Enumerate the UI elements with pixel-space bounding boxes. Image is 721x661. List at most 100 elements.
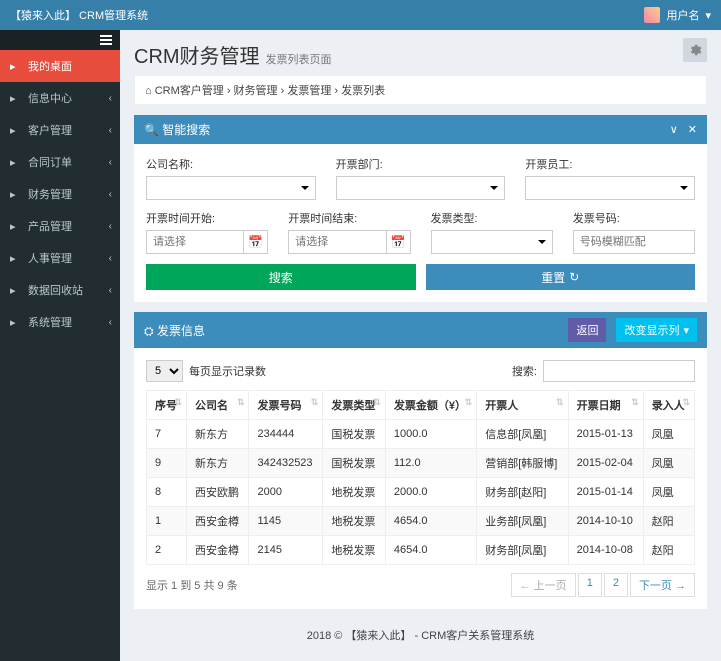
th-7[interactable]: 录入人⇅ xyxy=(643,391,694,420)
refresh-icon: ↻ xyxy=(569,270,579,284)
sort-icon: ⇅ xyxy=(465,397,473,408)
label-type: 发票类型: xyxy=(431,210,553,226)
table-search-input[interactable] xyxy=(543,360,695,382)
label-company: 公司名称: xyxy=(146,156,316,172)
page-subtitle: 发票列表页面 xyxy=(266,51,332,67)
table-row[interactable]: 7新东方234444国税发票1000.0信息部[凤凰]2015-01-13凤凰 xyxy=(147,420,695,449)
table-row[interactable]: 9新东方342432523国税发票112.0营销部[韩服博]2015-02-04… xyxy=(147,449,695,478)
page-1[interactable]: 1 xyxy=(578,573,602,597)
menu-icon: ▸ xyxy=(10,156,22,168)
menu-icon: ▸ xyxy=(10,316,22,328)
pagesize-label: 每页显示记录数 xyxy=(189,363,266,379)
sidebar-item-3[interactable]: ▸合同订单‹ xyxy=(0,146,120,178)
username: 用户名 xyxy=(666,7,699,23)
page-2[interactable]: 2 xyxy=(604,573,628,597)
table-row[interactable]: 1西安金樽1145地税发票4654.0业务部[凤凰]2014-10-10赵阳 xyxy=(147,507,695,536)
invoice-table: 序号⇅公司名⇅发票号码⇅发票类型⇅发票金额（¥）⇅开票人⇅开票日期⇅录入人⇅ 7… xyxy=(146,390,695,565)
list-icon: ⛭ xyxy=(144,324,154,338)
topbar: 【猿来入此】 CRM管理系统 用户名 ▾ xyxy=(0,0,721,30)
menu-icon: ▸ xyxy=(10,252,22,264)
th-0[interactable]: 序号⇅ xyxy=(147,391,187,420)
sidebar: ▸我的桌面▸信息中心‹▸客户管理‹▸合同订单‹▸财务管理‹▸产品管理‹▸人事管理… xyxy=(0,30,120,661)
calendar-icon[interactable]: 📅 xyxy=(244,230,268,254)
th-1[interactable]: 公司名⇅ xyxy=(186,391,249,420)
sort-icon: ⇅ xyxy=(174,397,182,408)
sort-icon: ⇅ xyxy=(556,397,564,408)
sidebar-item-7[interactable]: ▸数据回收站‹ xyxy=(0,274,120,306)
select-type[interactable] xyxy=(431,230,553,254)
chevron-left-icon: ‹ xyxy=(109,125,112,136)
menu-icon: ▸ xyxy=(10,284,22,296)
sidebar-toggle[interactable] xyxy=(0,30,120,50)
sort-icon: ⇅ xyxy=(311,397,319,408)
input-end-date[interactable] xyxy=(288,230,386,254)
columns-button[interactable]: 改变显示列 ▾ xyxy=(616,318,697,342)
sort-icon: ⇅ xyxy=(631,397,639,408)
chevron-left-icon: ‹ xyxy=(109,285,112,296)
select-dept[interactable] xyxy=(336,176,506,200)
chevron-left-icon: ‹ xyxy=(109,221,112,232)
search-icon: 🔍 xyxy=(144,123,159,137)
th-3[interactable]: 发票类型⇅ xyxy=(323,391,386,420)
chevron-left-icon: ‹ xyxy=(109,157,112,168)
chevron-down-icon: ▾ xyxy=(705,9,711,22)
label-dept: 开票部门: xyxy=(336,156,506,172)
input-start-date[interactable] xyxy=(146,230,244,254)
menu-icon: ▸ xyxy=(10,92,22,104)
chevron-left-icon: ‹ xyxy=(109,189,112,200)
th-6[interactable]: 开票日期⇅ xyxy=(568,391,643,420)
sidebar-item-6[interactable]: ▸人事管理‹ xyxy=(0,242,120,274)
collapse-icon[interactable]: ∨ xyxy=(670,123,678,136)
sidebar-item-5[interactable]: ▸产品管理‹ xyxy=(0,210,120,242)
pagination: ← 上一页 1 2 下一页 → xyxy=(511,573,695,597)
menu-icon: ▸ xyxy=(10,124,22,136)
info-panel: ⛭ 发票信息 返回 改变显示列 ▾ 5 每页显示记录数 搜索: xyxy=(134,312,707,609)
table-search-label: 搜索: xyxy=(512,363,537,379)
th-2[interactable]: 发票号码⇅ xyxy=(249,391,323,420)
sort-icon: ⇅ xyxy=(682,397,690,408)
chevron-left-icon: ‹ xyxy=(109,93,112,104)
reset-button[interactable]: 重置 ↻ xyxy=(426,264,696,290)
chevron-left-icon: ‹ xyxy=(109,253,112,264)
calendar-icon[interactable]: 📅 xyxy=(387,230,411,254)
sort-icon: ⇅ xyxy=(237,397,245,408)
brand: 【猿来入此】 CRM管理系统 xyxy=(10,7,148,23)
sidebar-item-0[interactable]: ▸我的桌面 xyxy=(0,50,120,82)
close-icon[interactable]: ✕ xyxy=(688,123,697,136)
select-company[interactable] xyxy=(146,176,316,200)
sidebar-item-4[interactable]: ▸财务管理‹ xyxy=(0,178,120,210)
chevron-left-icon: ‹ xyxy=(109,317,112,328)
label-start: 开票时间开始: xyxy=(146,210,268,226)
sidebar-item-8[interactable]: ▸系统管理‹ xyxy=(0,306,120,338)
input-code[interactable] xyxy=(573,230,695,254)
settings-gear[interactable] xyxy=(683,38,707,62)
pagesize-select[interactable]: 5 xyxy=(146,360,183,382)
table-row[interactable]: 2西安金樽2145地税发票4654.0财务部[凤凰]2014-10-08赵阳 xyxy=(147,536,695,565)
breadcrumb: ⌂ CRM客户管理 › 财务管理 › 发票管理 › 发票列表 xyxy=(134,75,707,105)
th-5[interactable]: 开票人⇅ xyxy=(477,391,568,420)
sidebar-item-1[interactable]: ▸信息中心‹ xyxy=(0,82,120,114)
label-staff: 开票员工: xyxy=(525,156,695,172)
next-page[interactable]: 下一页 → xyxy=(630,573,695,597)
search-panel: 🔍 智能搜索 ∨ ✕ 公司名称: 开票部门: 开票员工: 开票时间开始: 📅 开… xyxy=(134,115,707,302)
th-4[interactable]: 发票金额（¥）⇅ xyxy=(385,391,476,420)
page-title: CRM财务管理 xyxy=(134,40,260,69)
table-row[interactable]: 8西安欧鹏2000地税发票2000.0财务部[赵阳]2015-01-14凤凰 xyxy=(147,478,695,507)
select-staff[interactable] xyxy=(525,176,695,200)
prev-page[interactable]: ← 上一页 xyxy=(511,573,576,597)
menu-icon: ▸ xyxy=(10,60,22,72)
search-button[interactable]: 搜索 xyxy=(146,264,416,290)
sidebar-item-2[interactable]: ▸客户管理‹ xyxy=(0,114,120,146)
user-menu[interactable]: 用户名 ▾ xyxy=(644,7,711,23)
sort-icon: ⇅ xyxy=(373,397,381,408)
label-code: 发票号码: xyxy=(573,210,695,226)
back-button[interactable]: 返回 xyxy=(568,318,606,342)
menu-icon: ▸ xyxy=(10,220,22,232)
label-end: 开票时间结束: xyxy=(288,210,410,226)
main-content: CRM财务管理 发票列表页面 ⌂ CRM客户管理 › 财务管理 › 发票管理 ›… xyxy=(120,30,721,661)
search-panel-title: 智能搜索 xyxy=(162,123,210,137)
pagination-info: 显示 1 到 5 共 9 条 xyxy=(146,577,238,593)
home-icon: ⌂ xyxy=(145,85,152,97)
menu-icon: ▸ xyxy=(10,188,22,200)
info-panel-title: 发票信息 xyxy=(157,324,205,338)
